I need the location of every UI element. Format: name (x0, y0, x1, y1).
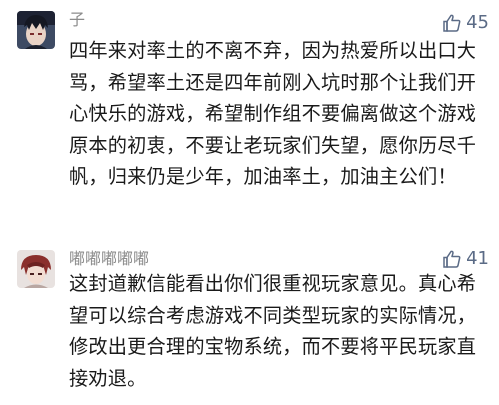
comment-item: 嘟嘟嘟嘟嘟 41 这封道歉信能看出你们很重视玩家意见。真心希望可以综合考虑游戏不… (0, 236, 499, 405)
like-count: 41 (466, 248, 489, 269)
comment-item: 子 45 四年来对率土的不离不弃，因为热爱所以出口大骂，希望率土还是四年前刚入坑… (0, 0, 499, 236)
comment-list: 子 45 四年来对率土的不离不弃，因为热爱所以出口大骂，希望率土还是四年前刚入坑… (0, 0, 499, 405)
like-count: 45 (466, 12, 489, 33)
dark-hair-character-avatar-icon[interactable] (17, 11, 55, 49)
comment-username[interactable]: 嘟嘟嘟嘟嘟 (69, 249, 149, 269)
red-hair-character-avatar-icon[interactable] (17, 250, 55, 288)
like-button[interactable]: 41 (442, 248, 489, 270)
thumbs-up-icon (442, 249, 462, 269)
comment-text: 四年来对率土的不离不弃，因为热爱所以出口大骂，希望率土还是四年前刚入坑时那个让我… (69, 39, 477, 188)
comment-text: 这封道歉信能看出你们很重视玩家意见。真心希望可以综合考虑游戏不同类型玩家的实际情… (69, 272, 477, 390)
thumbs-up-icon (442, 13, 462, 33)
like-button[interactable]: 45 (442, 12, 489, 34)
comment-username[interactable]: 子 (69, 10, 85, 30)
